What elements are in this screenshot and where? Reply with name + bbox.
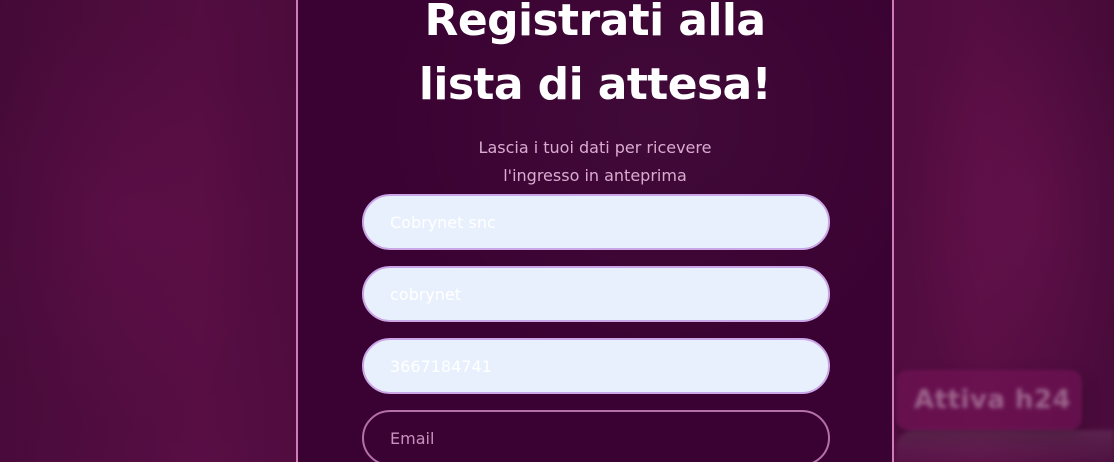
phone-field[interactable]: 3667184741 bbox=[362, 338, 830, 394]
waitlist-title-line-1: Registrati alla bbox=[424, 0, 767, 46]
waitlist-panel: Registrati alla lista di attesa! Lascia … bbox=[296, 0, 894, 462]
background-blurred-chip-text: Attiva h24 bbox=[914, 385, 1072, 415]
waitlist-subtitle-line-2: l'ingresso in anteprima bbox=[503, 166, 687, 185]
phone-value: 3667184741 bbox=[390, 356, 492, 376]
username-value: cobrynet bbox=[390, 284, 462, 304]
waitlist-title-line-2: lista di attesa! bbox=[418, 59, 772, 110]
email-field[interactable]: Email bbox=[362, 410, 830, 462]
background-blurred-chip: Attiva h24 bbox=[896, 370, 1082, 430]
username-field[interactable]: cobrynet bbox=[362, 266, 830, 322]
email-placeholder: Email bbox=[390, 428, 435, 448]
company-name-value: Cobrynet snc bbox=[390, 212, 496, 232]
background-blurred-strip bbox=[896, 430, 1114, 462]
waitlist-subtitle-line-1: Lascia i tuoi dati per ricevere bbox=[478, 138, 712, 157]
background-left bbox=[0, 0, 300, 462]
company-name-field[interactable]: Cobrynet snc bbox=[362, 194, 830, 250]
